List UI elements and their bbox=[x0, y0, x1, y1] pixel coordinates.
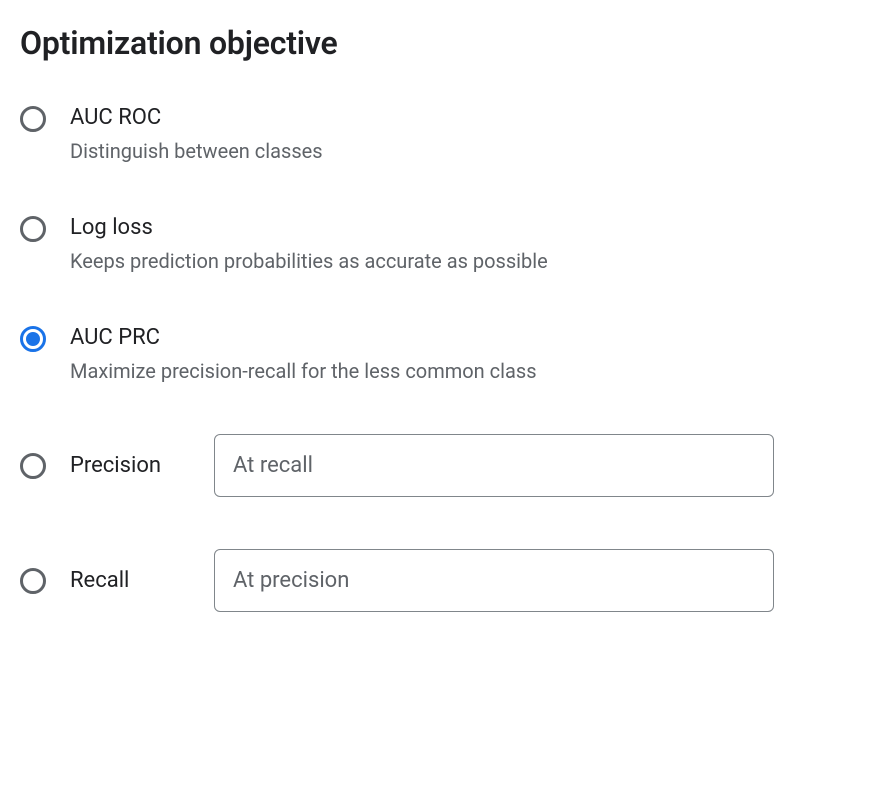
option-label: Log loss bbox=[70, 214, 860, 242]
radio-icon[interactable] bbox=[20, 106, 46, 132]
option-log-loss[interactable]: Log loss Keeps prediction probabilities … bbox=[20, 214, 860, 274]
option-description: Distinguish between classes bbox=[70, 138, 860, 164]
radio-icon[interactable] bbox=[20, 453, 46, 479]
option-label: AUC PRC bbox=[70, 324, 860, 352]
at-precision-input[interactable] bbox=[214, 549, 774, 612]
option-precision[interactable]: Precision bbox=[20, 434, 860, 497]
at-recall-input[interactable] bbox=[214, 434, 774, 497]
radio-icon[interactable] bbox=[20, 216, 46, 242]
option-description: Keeps prediction probabilities as accura… bbox=[70, 248, 860, 274]
option-description: Maximize precision-recall for the less c… bbox=[70, 358, 860, 384]
option-auc-prc[interactable]: AUC PRC Maximize precision-recall for th… bbox=[20, 324, 860, 384]
option-auc-roc[interactable]: AUC ROC Distinguish between classes bbox=[20, 104, 860, 164]
option-label: Precision bbox=[70, 452, 214, 480]
radio-icon[interactable] bbox=[20, 326, 46, 352]
option-text: AUC PRC Maximize precision-recall for th… bbox=[70, 324, 860, 384]
option-recall[interactable]: Recall bbox=[20, 549, 860, 612]
option-text: AUC ROC Distinguish between classes bbox=[70, 104, 860, 164]
option-label: Recall bbox=[70, 567, 214, 595]
option-text: Log loss Keeps prediction probabilities … bbox=[70, 214, 860, 274]
radio-icon[interactable] bbox=[20, 568, 46, 594]
option-label: AUC ROC bbox=[70, 104, 860, 132]
page-title: Optimization objective bbox=[20, 24, 860, 62]
